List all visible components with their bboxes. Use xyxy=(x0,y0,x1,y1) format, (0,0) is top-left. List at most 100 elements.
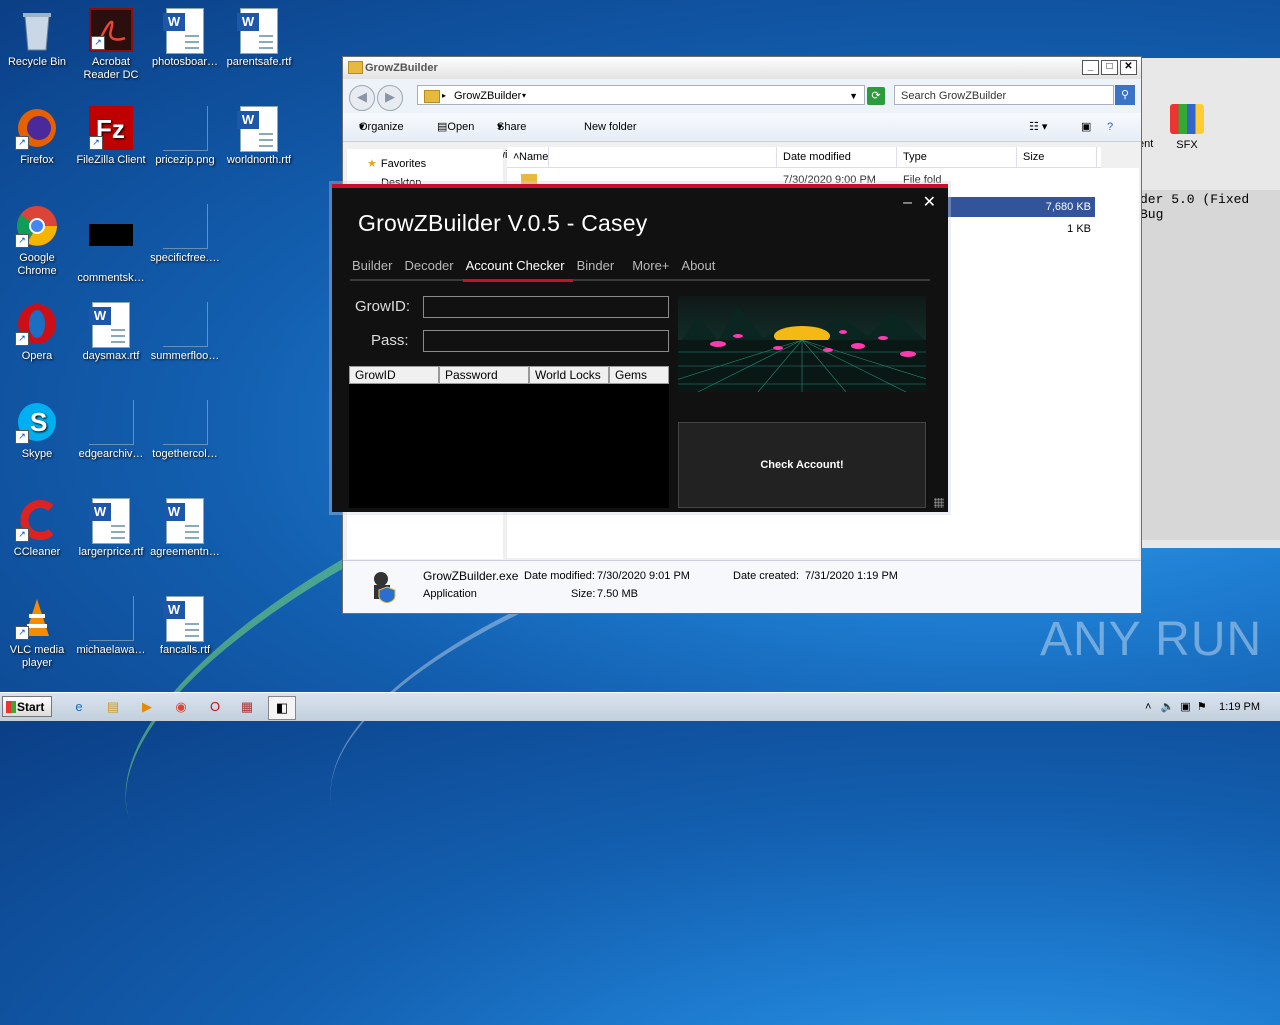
tab-about[interactable]: About xyxy=(681,258,715,273)
chevron-down-icon[interactable]: ▾ xyxy=(522,86,526,106)
close-button[interactable]: ✕ xyxy=(923,192,936,212)
resize-grip[interactable] xyxy=(934,498,944,508)
chevron-right-icon: ▸ xyxy=(442,91,447,100)
file-icon xyxy=(163,400,208,445)
help-icon[interactable]: ? xyxy=(1107,113,1113,141)
archive-taskbar-icon[interactable]: ▦ xyxy=(234,696,260,718)
volume-icon[interactable]: 🔈 xyxy=(1161,701,1175,713)
desktop-icon-chrome[interactable]: ↗ Google Chrome xyxy=(0,204,74,278)
address-dropdown-icon[interactable]: ▼ xyxy=(849,86,858,106)
explorer-folder-icon[interactable]: ▤ xyxy=(100,696,126,718)
desktop-icon-firefox[interactable]: ↗ Firefox xyxy=(0,106,74,167)
desktop-icon-fancalls[interactable]: W fancalls.rtf xyxy=(148,596,222,657)
media-player-icon[interactable]: ▶ xyxy=(134,696,160,718)
grid-column-growid[interactable]: GrowID xyxy=(349,366,439,384)
start-button[interactable]: Start xyxy=(2,696,52,717)
tab-builder[interactable]: Builder xyxy=(352,258,392,273)
desktop-icon-photosboar[interactable]: W photosboar… xyxy=(148,8,222,69)
nav-favorites[interactable]: ★ Favorites xyxy=(367,157,426,170)
desktop-icon-ccleaner[interactable]: ↗ CCleaner xyxy=(0,498,74,559)
accounts-grid[interactable]: GrowID Password World Locks Gems xyxy=(349,366,669,508)
new-folder-button[interactable]: New folder xyxy=(584,113,637,141)
desktop-icon-vlc[interactable]: ↗ VLC media player xyxy=(0,596,74,670)
desktop-icon-label: togethercol… xyxy=(152,448,218,460)
firefox-icon: ↗ xyxy=(15,106,59,150)
word-document-icon: W xyxy=(237,106,281,152)
column-date-modified[interactable]: Date modified xyxy=(777,147,897,167)
desktop-icon-commentsk[interactable]: commentsk… xyxy=(74,204,148,285)
desktop-icon-daysmax[interactable]: W daysmax.rtf xyxy=(74,302,148,363)
desktop-icon-summerfloo[interactable]: summerfloo… xyxy=(148,302,222,363)
desktop-icon-label: daysmax.rtf xyxy=(82,350,140,362)
desktop-icon-label: michaelawa… xyxy=(76,644,146,656)
growid-input[interactable] xyxy=(423,296,669,318)
desktop-icon-label: FileZilla Client xyxy=(76,154,146,166)
opera-taskbar-icon[interactable]: O xyxy=(202,696,228,718)
back-button[interactable]: ◀ xyxy=(349,85,375,111)
desktop-icon-acrobat[interactable]: ↗ Acrobat Reader DC xyxy=(74,8,148,82)
desktop-icon-parentsafe[interactable]: W parentsafe.rtf xyxy=(222,8,296,69)
view-options-icon[interactable]: ☷ ▾ xyxy=(1029,113,1047,141)
explorer-titlebar[interactable]: GrowZBuilder _ □ ✕ xyxy=(343,57,1141,79)
minimize-button[interactable]: – xyxy=(903,194,912,212)
sfx-archive-icon[interactable] xyxy=(1170,104,1204,134)
network-icon[interactable]: ▣ xyxy=(1180,701,1190,713)
flag-icon[interactable]: ⚑ xyxy=(1197,701,1207,713)
acrobat-icon: ↗ xyxy=(89,8,133,52)
desktop-icon-largerprice[interactable]: W largerprice.rtf xyxy=(74,498,148,559)
desktop-icon-edgearchiv[interactable]: edgearchiv… xyxy=(74,400,148,461)
desktop-icon-togethercol[interactable]: togethercol… xyxy=(148,400,222,461)
refresh-icon[interactable]: ⟳ xyxy=(867,87,885,105)
growzbuilder-window[interactable]: GrowZBuilder V.0.5 - Casey – ✕ Builder D… xyxy=(332,184,948,512)
desktop-icon-opera[interactable]: ↗ Opera xyxy=(0,302,74,363)
grid-column-gems[interactable]: Gems xyxy=(609,366,669,384)
desktop-icon-michaelawa[interactable]: michaelawa… xyxy=(74,596,148,657)
desktop-icon-label: Google Chrome xyxy=(17,252,57,277)
word-document-icon: W xyxy=(163,596,207,642)
desktop-icon-filezilla[interactable]: Fz ↗ FileZilla Client xyxy=(74,106,148,167)
ie-icon[interactable]: e xyxy=(66,696,92,718)
desktop-icon-specificfree[interactable]: specificfree.… xyxy=(148,204,222,265)
preview-pane-icon[interactable]: ▣ xyxy=(1081,113,1091,141)
growid-label: GrowID: xyxy=(355,298,411,315)
clock[interactable]: 1:19 PM xyxy=(1219,701,1260,713)
table-row[interactable]: file 1 KB xyxy=(931,219,1095,239)
tab-decoder[interactable]: Decoder xyxy=(404,258,453,273)
check-account-button[interactable]: Check Account! xyxy=(678,422,926,508)
column-headers: Name ˄ Date modified Type Size xyxy=(507,147,1101,168)
desktop-icon-agreementn[interactable]: W agreementn… xyxy=(148,498,222,559)
desktop-icon-pricezip[interactable]: pricezip.png xyxy=(148,106,222,167)
open-button[interactable]: ▤ Open xyxy=(437,113,474,141)
tab-divider xyxy=(350,279,930,281)
forward-button[interactable]: ▶ xyxy=(377,85,403,111)
column-size[interactable]: Size xyxy=(1017,147,1097,167)
file-icon xyxy=(163,302,208,347)
address-bar[interactable]: ▸ GrowZBuilder ▾ ▼ xyxy=(417,85,865,105)
chrome-taskbar-icon[interactable]: ◉ xyxy=(168,696,194,718)
grid-column-password[interactable]: Password xyxy=(439,366,529,384)
organize-button[interactable]: Organize ▾ xyxy=(359,113,404,141)
tab-binder[interactable]: Binder xyxy=(577,258,615,273)
table-row-selected[interactable]: n 7,680 KB xyxy=(931,197,1095,217)
maximize-button[interactable]: □ xyxy=(1101,60,1118,75)
desktop-icon-recycle-bin[interactable]: Recycle Bin xyxy=(0,8,74,69)
desktop-icon-worldnorth[interactable]: W worldnorth.rtf xyxy=(222,106,296,167)
tray-expand-icon[interactable]: ˄ xyxy=(1145,701,1151,713)
desktop-icon-label: worldnorth.rtf xyxy=(226,154,292,166)
grid-column-world-locks[interactable]: World Locks xyxy=(529,366,609,384)
skype-icon: S ↗ xyxy=(15,400,59,444)
tab-more[interactable]: More+ xyxy=(632,258,669,273)
tab-account-checker[interactable]: Account Checker xyxy=(466,258,565,273)
column-name[interactable]: Name ˄ xyxy=(507,147,777,167)
minimize-button[interactable]: _ xyxy=(1082,60,1099,75)
search-input[interactable]: Search GrowZBuilder xyxy=(894,85,1114,105)
tab-bar: Builder Decoder Account Checker Binder M… xyxy=(352,258,727,273)
column-type[interactable]: Type xyxy=(897,147,1017,167)
search-icon[interactable]: ⚲ xyxy=(1115,85,1135,105)
pass-input[interactable] xyxy=(423,330,669,352)
close-button[interactable]: ✕ xyxy=(1120,60,1137,75)
growzbuilder-taskbar-icon[interactable]: ◧ xyxy=(268,696,296,720)
share-with-button[interactable]: Share with ▾ xyxy=(497,113,526,161)
background-window[interactable]: ent der 5.0 (Fixed Bug r xyxy=(1138,58,1280,548)
desktop-icon-skype[interactable]: S ↗ Skype xyxy=(0,400,74,461)
